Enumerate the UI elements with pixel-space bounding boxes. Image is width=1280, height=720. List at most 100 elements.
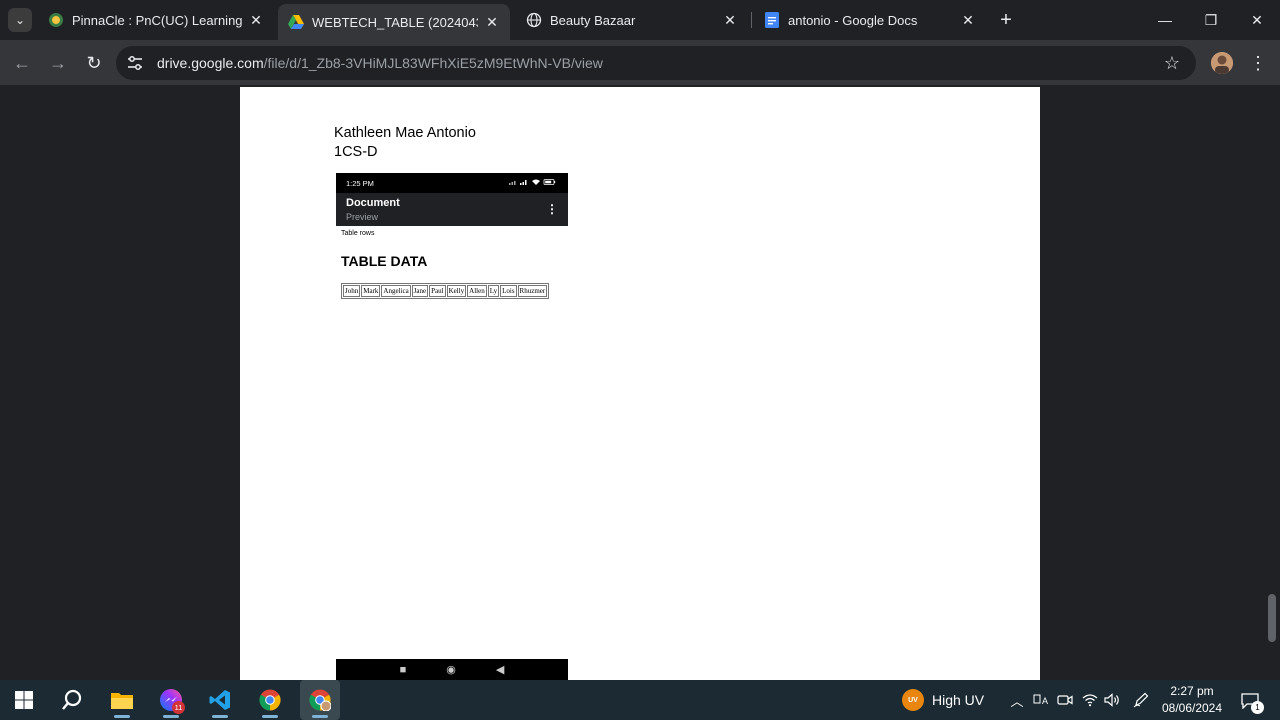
pinnacle-logo-icon: [48, 12, 64, 28]
ime-icon[interactable]: A: [1031, 690, 1051, 710]
browser-toolbar: ← → ↻ drive.google.com/file/d/1_Zb8-3VHi…: [0, 40, 1280, 86]
back-triangle-icon: ◀: [495, 664, 505, 676]
phone-app-bar: Document Preview ⋮: [336, 193, 568, 226]
phone-nav-bar: ■ ◉ ◀: [336, 659, 568, 680]
table-cell: Rhuzmer: [517, 285, 548, 297]
wifi-icon[interactable]: [1080, 690, 1100, 710]
forward-button[interactable]: →: [44, 49, 72, 77]
pen-icon[interactable]: [1131, 690, 1151, 710]
chrome-icon: [259, 689, 281, 711]
browser-menu-button[interactable]: ⋮: [1248, 51, 1268, 75]
more-vert-icon: ⋮: [546, 202, 558, 216]
restore-icon: ❐: [1204, 11, 1218, 28]
tab-strip: ⌄ PinnaCle : PnC(UC) Learning Ma ✕ WEBTE…: [0, 0, 1280, 40]
tab-antonio-docs[interactable]: antonio - Google Docs ✕: [754, 4, 986, 36]
tab-title: PinnaCle : PnC(UC) Learning Ma: [72, 12, 242, 28]
url-path: /file/d/1_Zb8-3VHiMJL83WFhXiE5zM9EtWhN-V…: [263, 55, 603, 71]
table-cell: Kelly: [446, 285, 467, 297]
windows-icon: [15, 691, 33, 709]
author-name: Kathleen Mae Antonio: [334, 125, 476, 141]
start-button[interactable]: [4, 680, 44, 720]
plus-icon: +: [1000, 8, 1012, 31]
notification-badge: 11: [172, 701, 185, 714]
chevron-up-icon: ︿: [1010, 693, 1024, 709]
close-icon[interactable]: ✕: [484, 14, 500, 30]
table-cell: Ly: [487, 285, 500, 297]
close-window-button[interactable]: ✕: [1234, 0, 1280, 40]
table-cell: Lois: [500, 285, 517, 297]
new-tab-button[interactable]: +: [994, 8, 1018, 32]
close-icon[interactable]: ✕: [722, 12, 738, 28]
phone-caption: Table rows: [341, 230, 375, 237]
table-cell: Allen: [467, 285, 487, 297]
profile-avatar[interactable]: [1211, 52, 1233, 74]
restore-button[interactable]: ❐: [1188, 0, 1234, 40]
square-icon: ■: [399, 663, 407, 676]
tab-separator: [751, 12, 752, 28]
phone-heading: TABLE DATA: [341, 253, 428, 269]
weather-widget[interactable]: UV High UV: [902, 689, 984, 711]
close-icon[interactable]: ✕: [960, 12, 976, 28]
document-page: Kathleen Mae Antonio 1CS-D 1:25 PM Docum…: [240, 87, 1040, 680]
more-vert-icon: ⋮: [1249, 52, 1267, 73]
url-text: drive.google.com/file/d/1_Zb8-3VHiMJL83W…: [157, 55, 603, 71]
drive-viewer: Kathleen Mae Antonio 1CS-D 1:25 PM Docum…: [0, 87, 1280, 680]
volume-icon[interactable]: [1103, 690, 1123, 710]
svg-text:A: A: [1042, 696, 1048, 706]
table-row: John Mark Angelica Jane Paul Kelly Allen…: [343, 285, 548, 297]
file-explorer-button[interactable]: [102, 680, 142, 720]
phone-screenshot: 1:25 PM Document Preview ⋮ Table rows TA…: [336, 173, 568, 299]
table-cell: Paul: [429, 285, 446, 297]
tab-pinnacle[interactable]: PinnaCle : PnC(UC) Learning Ma ✕: [38, 4, 274, 36]
phone-app-title: Document: [346, 197, 400, 209]
arrow-right-icon: →: [49, 52, 67, 73]
phone-time: 1:25 PM: [346, 178, 374, 188]
reload-icon: ↻: [86, 52, 102, 73]
table-cell: Jane: [411, 285, 429, 297]
notification-count: 1: [1251, 701, 1264, 714]
site-settings-icon[interactable]: [126, 54, 144, 72]
chrome-profile-button[interactable]: [300, 680, 340, 720]
vscode-button[interactable]: [200, 680, 240, 720]
vscode-icon: [209, 690, 230, 710]
system-clock[interactable]: 2:27 pm 08/06/2024: [1160, 683, 1224, 717]
meet-now-icon[interactable]: [1055, 690, 1075, 710]
viewer-scrollbar[interactable]: [1268, 594, 1276, 642]
phone-status-icons: [508, 178, 558, 188]
url-host: drive.google.com: [157, 55, 264, 71]
phone-data-table: John Mark Angelica Jane Paul Kelly Allen…: [341, 283, 550, 299]
chrome-button[interactable]: [250, 680, 290, 720]
bookmark-star-icon[interactable]: ☆: [1162, 53, 1182, 73]
messenger-button[interactable]: 11: [151, 680, 191, 720]
weather-label: High UV: [932, 692, 985, 708]
google-docs-icon: [764, 12, 780, 28]
windows-taskbar: 11 UV High UV ︿ A 2:27 pm 08/06/2024 1: [0, 680, 1280, 720]
minimize-icon: —: [1158, 12, 1172, 28]
phone-status-bar: 1:25 PM: [336, 173, 568, 193]
phone-app-subtitle: Preview: [346, 212, 379, 222]
show-hidden-icons-button[interactable]: ︿: [1007, 690, 1027, 710]
tab-search-button[interactable]: ⌄: [8, 8, 32, 32]
table-cell: John: [343, 285, 361, 297]
search-button[interactable]: [52, 680, 92, 720]
close-icon[interactable]: ✕: [248, 12, 264, 28]
tab-beauty-bazaar[interactable]: Beauty Bazaar ✕: [516, 4, 748, 36]
minimize-button[interactable]: —: [1142, 0, 1188, 40]
chevron-down-icon: ⌄: [14, 13, 26, 27]
home-circle-icon: ◉: [446, 664, 456, 676]
chrome-profile-icon: [309, 689, 331, 711]
section-label: 1CS-D: [334, 144, 378, 160]
clock-time: 2:27 pm: [1170, 684, 1214, 698]
table-cell: Angelica: [381, 285, 411, 297]
google-drive-icon: [288, 14, 304, 30]
search-icon: [62, 689, 82, 710]
tab-title: WEBTECH_TABLE (20240430132: [312, 14, 478, 30]
notification-center-button[interactable]: 1: [1238, 690, 1264, 714]
arrow-left-icon: ←: [13, 52, 31, 73]
clock-date: 08/06/2024: [1161, 701, 1223, 715]
back-button[interactable]: ←: [8, 49, 36, 77]
address-bar[interactable]: drive.google.com/file/d/1_Zb8-3VHiMJL83W…: [116, 46, 1196, 80]
table-cell: Mark: [361, 285, 381, 297]
tab-webtech-table[interactable]: WEBTECH_TABLE (20240430132 ✕: [278, 4, 510, 40]
reload-button[interactable]: ↻: [80, 49, 108, 77]
